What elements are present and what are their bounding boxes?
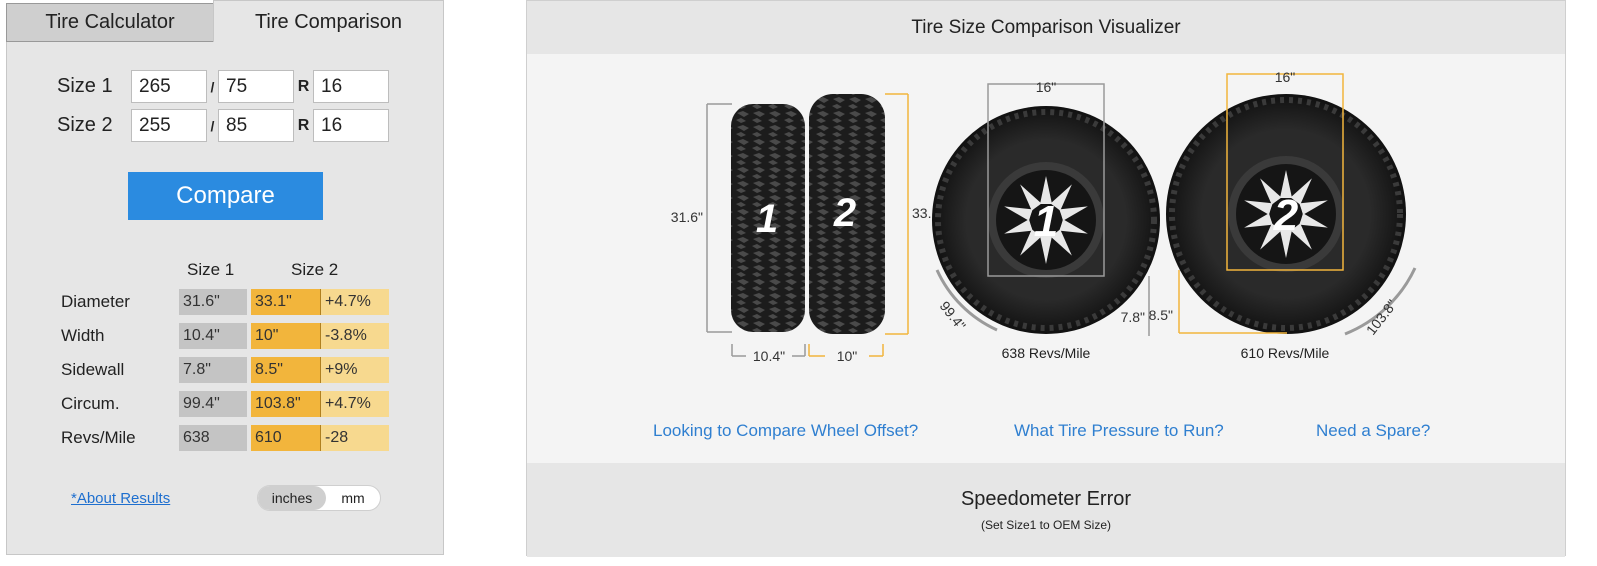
result-size2-value: 10" xyxy=(251,323,321,349)
size2-r: R xyxy=(297,116,310,134)
result-diff-value: +4.7% xyxy=(321,391,389,417)
size2-width-input[interactable] xyxy=(131,109,207,142)
tire1-revs-label: 638 Revs/Mile xyxy=(1002,345,1091,361)
tire2-rim-label: 16" xyxy=(1275,69,1296,85)
speedometer-error-subtitle: (Set Size1 to OEM Size) xyxy=(980,518,1112,532)
speedometer-error-section: Speedometer Error (Set Size1 to OEM Size… xyxy=(527,463,1565,557)
compare-wheel-offset-link[interactable]: Looking to Compare Wheel Offset? xyxy=(653,421,918,441)
result-size2-value: 8.5" xyxy=(251,357,321,383)
result-diff-value: -28 xyxy=(321,425,389,451)
result-label: Revs/Mile xyxy=(61,428,136,447)
tire2-width-label: 10" xyxy=(837,348,858,364)
about-results-link[interactable]: *About Results xyxy=(71,490,170,507)
result-size1-value: 99.4" xyxy=(179,391,247,417)
tab-tire-comparison[interactable]: Tire Comparison xyxy=(213,0,444,43)
result-size1-value: 31.6" xyxy=(179,289,247,315)
result-size1-value: 7.8" xyxy=(179,357,247,383)
result-diff-value: +4.7% xyxy=(321,289,389,315)
results-header-size1: Size 1 xyxy=(187,260,235,279)
unit-inches-option[interactable]: inches xyxy=(258,486,326,510)
result-diff-value: +9% xyxy=(321,357,389,383)
unit-mm-option[interactable]: mm xyxy=(326,486,380,510)
size1-slash: / xyxy=(210,78,215,95)
tire2-tread-view: 2 33.1" 10" xyxy=(808,93,944,364)
result-label: Width xyxy=(61,326,105,345)
speedometer-error-title: Speedometer Error xyxy=(960,488,1132,510)
size2-label: Size 2 xyxy=(57,114,113,136)
compare-button[interactable]: Compare xyxy=(128,172,323,220)
result-row-revs-mile: Revs/Mile 638 610 -28 xyxy=(61,425,389,451)
help-links: Looking to Compare Wheel Offset? What Ti… xyxy=(527,421,1565,447)
tire2-sidewall-label: 8.5" xyxy=(1149,307,1173,323)
result-size2-value: 610 xyxy=(251,425,321,451)
size2-aspect-input[interactable] xyxy=(218,109,294,142)
tire2-revs-label: 610 Revs/Mile xyxy=(1241,345,1330,361)
tire2-side-number: 2 xyxy=(1273,191,1299,240)
tire2-number-label: 2 xyxy=(833,191,856,235)
result-row-circumference: Circum. 99.4" 103.8" +4.7% xyxy=(61,391,389,417)
tire2-side-view: 2 16" 8.5" 103.8" 610 Revs/Mile xyxy=(1149,69,1417,361)
results-header-size2: Size 2 xyxy=(291,260,339,279)
result-size2-value: 103.8" xyxy=(251,391,321,417)
unit-toggle[interactable]: inches mm xyxy=(257,485,381,511)
size2-row: Size 2 / R xyxy=(57,109,389,142)
tire1-tread-view: 1 31.6" 10.4" xyxy=(671,103,806,364)
size1-width-input[interactable] xyxy=(131,70,207,103)
result-row-width: Width 10.4" 10" -3.8% xyxy=(61,323,389,349)
result-row-diameter: Diameter 31.6" 33.1" +4.7% xyxy=(61,289,389,315)
size2-slash: / xyxy=(210,117,215,134)
result-size2-value: 33.1" xyxy=(251,289,321,315)
result-label: Diameter xyxy=(61,292,130,311)
result-label: Sidewall xyxy=(61,360,125,379)
tab-bar: Tire Calculator Tire Comparison xyxy=(6,0,444,43)
visualizer-title: Tire Size Comparison Visualizer xyxy=(527,1,1565,54)
tire1-rim-label: 16" xyxy=(1036,79,1057,95)
result-diff-value: -3.8% xyxy=(321,323,389,349)
tire1-circum-label: 99.4" xyxy=(937,298,969,333)
tire1-number-label: 1 xyxy=(756,197,778,241)
tire-calculator-panel: Tire Calculator Tire Comparison Size 1 /… xyxy=(6,0,444,555)
tire1-side-number: 1 xyxy=(1034,197,1058,246)
size1-row: Size 1 / R xyxy=(57,70,389,103)
size1-aspect-input[interactable] xyxy=(218,70,294,103)
result-row-sidewall: Sidewall 7.8" 8.5" +9% xyxy=(61,357,389,383)
size2-rim-input[interactable] xyxy=(313,109,389,142)
tire1-side-view: 1 16" 7.8" 99.4" 638 Revs/Mile xyxy=(932,79,1160,361)
result-size1-value: 10.4" xyxy=(179,323,247,349)
tire1-sidewall-label: 7.8" xyxy=(1121,309,1145,325)
size1-rim-input[interactable] xyxy=(313,70,389,103)
size1-r: R xyxy=(297,77,310,95)
tire-diagram: 1 31.6" 10.4" 2 33.1" 10" 1 16" 7.8" 99.… xyxy=(671,69,1417,364)
size1-label: Size 1 xyxy=(57,75,113,97)
visualizer-panel: Tire Size Comparison Visualizer 1 31.6" … xyxy=(526,0,1566,557)
visualizer-canvas: 1 31.6" 10.4" 2 33.1" 10" 1 16" 7.8" 99.… xyxy=(527,54,1565,464)
result-label: Circum. xyxy=(61,394,120,413)
tire2-circum-label: 103.8" xyxy=(1363,296,1400,337)
tab-tire-calculator[interactable]: Tire Calculator xyxy=(6,3,214,42)
comparison-form: Size 1 / R Size 2 / R Compare Size 1 Siz… xyxy=(6,42,444,555)
need-spare-link[interactable]: Need a Spare? xyxy=(1316,421,1430,441)
tire1-width-label: 10.4" xyxy=(753,348,785,364)
result-size1-value: 638 xyxy=(179,425,247,451)
tire-pressure-link[interactable]: What Tire Pressure to Run? xyxy=(1014,421,1224,441)
tire1-height-label: 31.6" xyxy=(671,209,703,225)
